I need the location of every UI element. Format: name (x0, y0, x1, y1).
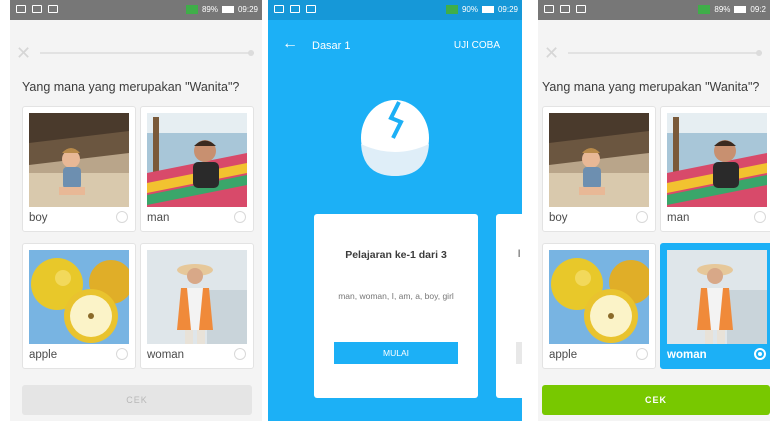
man-image (667, 113, 767, 207)
quiz-screen: 89% 09:29 ✕ Yang mana yang merupakan "Wa… (10, 0, 262, 421)
message-icon (32, 5, 42, 13)
clock: 09:29 (237, 5, 258, 14)
radio-button[interactable] (234, 211, 246, 223)
option-label: boy (29, 212, 48, 224)
notification-icon (274, 5, 284, 13)
radio-button-selected[interactable] (754, 348, 766, 360)
option-label: apple (549, 349, 578, 361)
boy-image (549, 113, 649, 207)
radio-button[interactable] (636, 348, 648, 360)
start-button[interactable]: MULAI (334, 342, 458, 364)
option-label: man (147, 212, 170, 224)
progress-dot (756, 50, 762, 56)
status-bar: 89% 09:2 (538, 0, 770, 20)
lesson-card: Pelajaran ke-1 dari 3 man, woman, I, am,… (314, 214, 478, 398)
lesson-progress: ✕ (544, 44, 762, 62)
battery-percent: 90% (461, 5, 478, 14)
notification-icon (16, 5, 26, 13)
quiz-screen-selected: 89% 09:2 ✕ Yang mana yang merupakan "Wan… (538, 0, 770, 421)
question-text: Yang mana yang merupakan "Wanita"? (542, 80, 760, 94)
mail-icon (576, 5, 586, 13)
option-card-woman-selected[interactable]: woman (660, 243, 770, 369)
notification-icon (544, 5, 554, 13)
clock: 09:29 (497, 5, 518, 14)
close-icon[interactable]: ✕ (16, 44, 31, 62)
signal-icon (698, 5, 711, 14)
signal-icon (445, 5, 458, 14)
battery-percent: 89% (201, 5, 218, 14)
option-card-boy[interactable]: boy (22, 106, 136, 232)
radio-button[interactable] (116, 348, 128, 360)
next-lesson-card[interactable] (496, 214, 522, 398)
message-icon (290, 5, 300, 13)
status-bar: 90% 09:29 (268, 0, 522, 20)
battery-icon (734, 6, 747, 13)
radio-button[interactable] (234, 348, 246, 360)
app-bar: ← Dasar 1 UJI COBA (268, 24, 522, 68)
option-card-apple[interactable]: apple (22, 243, 136, 369)
option-label: woman (667, 349, 707, 361)
option-label: apple (29, 349, 58, 361)
option-label: man (667, 212, 690, 224)
lesson-words: man, woman, I, am, a, boy, girl (338, 291, 454, 301)
check-button[interactable]: CEK (542, 385, 770, 415)
back-arrow-icon[interactable]: ← (282, 36, 298, 52)
radio-button[interactable] (636, 211, 648, 223)
lesson-title: Pelajaran ke-1 dari 3 (345, 249, 447, 261)
option-card-boy[interactable]: boy (542, 106, 656, 232)
message-icon (560, 5, 570, 13)
test-out-button[interactable]: UJI COBA (454, 40, 500, 51)
lesson-screen: 90% 09:29 ← Dasar 1 UJI COBA Pelajaran k… (268, 0, 522, 421)
question-text: Yang mana yang merupakan "Wanita"? (22, 80, 240, 94)
progress-dot (248, 50, 254, 56)
option-label: boy (549, 212, 568, 224)
apple-image (549, 250, 649, 344)
option-card-woman[interactable]: woman (140, 243, 254, 369)
option-label: woman (147, 349, 185, 361)
radio-button[interactable] (754, 211, 766, 223)
option-card-apple[interactable]: apple (542, 243, 656, 369)
progress-track (40, 52, 254, 54)
woman-image (147, 250, 247, 344)
option-card-man[interactable]: man (140, 106, 254, 232)
clock: 09:2 (750, 5, 766, 14)
woman-image (667, 250, 767, 344)
signal-icon (185, 5, 198, 14)
apple-image (29, 250, 129, 344)
close-icon[interactable]: ✕ (544, 44, 559, 62)
check-button[interactable]: CEK (22, 385, 252, 415)
boy-image (29, 113, 129, 207)
lesson-progress: ✕ (16, 44, 254, 62)
mail-icon (306, 5, 316, 13)
battery-percent: 89% (714, 5, 731, 14)
mail-icon (48, 5, 58, 13)
man-image (147, 113, 247, 207)
battery-icon (221, 6, 234, 13)
battery-icon (481, 6, 494, 13)
option-card-man[interactable]: man (660, 106, 770, 232)
status-bar: 89% 09:29 (10, 0, 262, 20)
cracked-egg-icon (361, 100, 429, 176)
skill-title: Dasar 1 (312, 40, 351, 52)
progress-track (568, 52, 762, 54)
radio-button[interactable] (116, 211, 128, 223)
